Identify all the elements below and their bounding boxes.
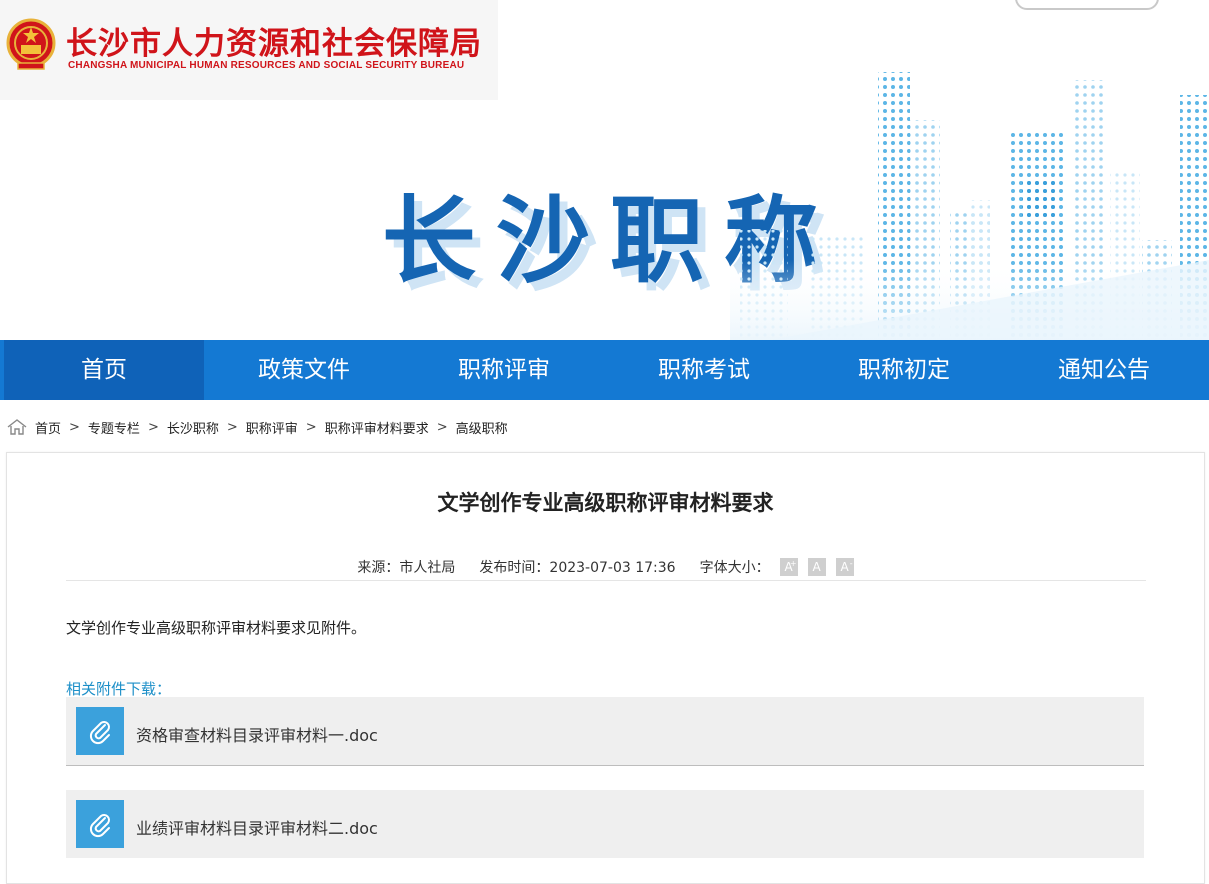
- breadcrumb-home[interactable]: 首页: [35, 418, 61, 437]
- breadcrumb-separator: >: [436, 419, 448, 435]
- national-emblem-icon: [6, 18, 56, 70]
- bureau-name-en: CHANGSHA MUNICIPAL HUMAN RESOURCES AND S…: [68, 60, 465, 71]
- breadcrumb-separator: >: [305, 419, 317, 435]
- article-publish-time: 发布时间：2023-07-03 17:36: [479, 560, 676, 576]
- breadcrumb-material-requirements[interactable]: 职称评审材料要求: [325, 418, 429, 437]
- meta-divider: [66, 580, 1146, 581]
- city-skyline-illustration: [730, 72, 1209, 340]
- paperclip-icon: [76, 707, 124, 755]
- attachment-item[interactable]: 资格审查材料目录评审材料一.doc: [66, 697, 1144, 766]
- font-size-decrease-button[interactable]: A-: [835, 558, 854, 576]
- nav-item-exam[interactable]: 职称考试: [604, 340, 804, 400]
- nav-item-policy[interactable]: 政策文件: [204, 340, 404, 400]
- paperclip-icon: [76, 800, 124, 848]
- breadcrumb-topics[interactable]: 专题专栏: [88, 418, 140, 437]
- breadcrumb-changsha-titles[interactable]: 长沙职称: [167, 418, 219, 437]
- home-icon[interactable]: [6, 418, 28, 436]
- breadcrumb-separator: >: [226, 419, 238, 435]
- main-nav: 首页 政策文件 职称评审 职称考试 职称初定 通知公告: [0, 340, 1209, 400]
- attachments-label: 相关附件下载：: [66, 680, 172, 698]
- nav-item-home[interactable]: 首页: [4, 340, 204, 400]
- bureau-logo[interactable]: 长沙市人力资源和社会保障局 CHANGSHA MUNICIPAL HUMAN R…: [0, 0, 498, 100]
- attachment-item[interactable]: 业绩评审材料目录评审材料二.doc: [66, 790, 1144, 858]
- nav-item-initial[interactable]: 职称初定: [804, 340, 1004, 400]
- breadcrumb: 首页 > 专题专栏 > 长沙职称 > 职称评审 > 职称评审材料要求 > 高级职…: [6, 417, 508, 437]
- article-title: 文学创作专业高级职称评审材料要求: [437, 491, 774, 515]
- breadcrumb-senior-titles[interactable]: 高级职称: [456, 418, 508, 437]
- breadcrumb-separator: >: [147, 419, 159, 435]
- nav-item-review[interactable]: 职称评审: [404, 340, 604, 400]
- article-source: 来源：市人社局: [357, 560, 456, 576]
- attachment-name[interactable]: 业绩评审材料目录评审材料二.doc: [136, 815, 378, 839]
- article-meta: 来源：市人社局 发布时间：2023-07-03 17:36 字体大小： A + A…: [7, 557, 1204, 577]
- top-utility-pill[interactable]: [1015, 0, 1159, 10]
- font-size-default-button[interactable]: A: [807, 558, 826, 576]
- nav-item-notices[interactable]: 通知公告: [1004, 340, 1204, 400]
- article-card: 文学创作专业高级职称评审材料要求 来源：市人社局 发布时间：2023-07-03…: [6, 452, 1205, 884]
- article-body: 文学创作专业高级职称评审材料要求见附件。: [66, 619, 367, 637]
- attachment-name[interactable]: 资格审查材料目录评审材料一.doc: [136, 722, 378, 746]
- site-banner: 长沙市人力资源和社会保障局 CHANGSHA MUNICIPAL HUMAN R…: [0, 0, 1209, 340]
- font-size-label: 字体大小：: [699, 560, 770, 576]
- breadcrumb-separator: >: [69, 419, 80, 435]
- bureau-name-cn: 长沙市人力资源和社会保障局: [66, 26, 482, 62]
- font-size-increase-button[interactable]: A +: [779, 558, 798, 576]
- breadcrumb-title-review[interactable]: 职称评审: [246, 418, 298, 437]
